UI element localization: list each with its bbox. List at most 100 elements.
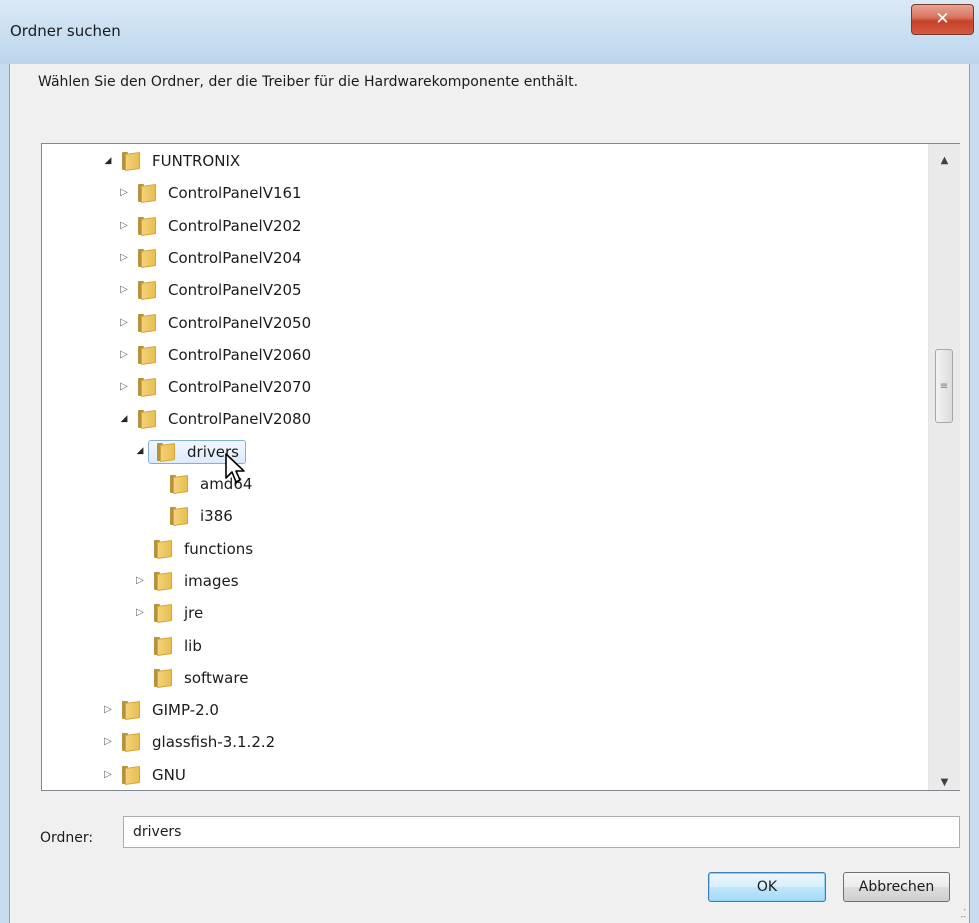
tree-item-label: lib: [184, 636, 202, 655]
tree-item[interactable]: ▷ glassfish-3.1.2.2: [102, 728, 279, 756]
tree-item-label: ControlPanelV161: [168, 184, 302, 203]
tree-item-label: GIMP-2.0: [152, 701, 219, 720]
tree-item-content[interactable]: lib: [146, 635, 206, 657]
tree-item-content[interactable]: ControlPanelV202: [130, 215, 306, 237]
tree-item[interactable]: ▷ ControlPanelV202: [118, 212, 306, 240]
tree-item-content[interactable]: ControlPanelV161: [130, 182, 306, 204]
folder-icon: [136, 409, 158, 430]
window-title: Ordner suchen: [10, 22, 121, 40]
triangle-right-icon[interactable]: ▷: [118, 349, 130, 361]
triangle-right-icon[interactable]: ▷: [118, 317, 130, 329]
triangle-right-icon[interactable]: ▷: [118, 252, 130, 264]
tree-item[interactable]: functions: [134, 535, 257, 563]
tree-item-content[interactable]: ControlPanelV2050: [130, 312, 315, 334]
tree-item-label: ControlPanelV2050: [168, 313, 312, 332]
title-bar[interactable]: Ordner suchen ✕: [0, 0, 979, 64]
tree-item[interactable]: ▷ GIMP-2.0: [102, 696, 223, 724]
tree-item-content[interactable]: software: [146, 667, 252, 689]
tree-item-content[interactable]: ControlPanelV204: [130, 247, 306, 269]
tree-item[interactable]: ▷ ControlPanelV204: [118, 244, 306, 272]
tree-item-content[interactable]: GNU: [114, 764, 190, 786]
triangle-down-icon[interactable]: ◢: [118, 413, 130, 425]
triangle-right-icon[interactable]: ▷: [102, 704, 114, 716]
folder-icon: [136, 345, 158, 365]
triangle-down-icon[interactable]: ◢: [102, 155, 114, 167]
tree-item[interactable]: i386: [150, 502, 237, 530]
tree-item[interactable]: ◢ ControlPanelV2080: [118, 405, 315, 433]
tree-item[interactable]: ▷ jre: [134, 599, 207, 627]
folder-icon: [152, 668, 174, 688]
folder-icon: [136, 313, 158, 333]
tree-item[interactable]: ▷ ControlPanelV2070: [118, 373, 315, 401]
tree-item-label: software: [184, 668, 249, 687]
folder-icon: [136, 183, 158, 204]
folder-icon: [120, 151, 142, 172]
tree-scrollbar[interactable]: ▲ ≡ ▼: [928, 144, 960, 790]
triangle-right-icon[interactable]: ▷: [118, 220, 130, 232]
triangle-down-icon[interactable]: ◢: [134, 446, 146, 458]
ok-button[interactable]: OK: [708, 872, 826, 902]
tree-item-label: functions: [184, 539, 254, 558]
close-icon: ✕: [935, 9, 950, 29]
tree-item-label: ControlPanelV2070: [168, 378, 312, 397]
folder-field-label: Ordner:: [40, 830, 94, 846]
triangle-right-icon[interactable]: ▷: [102, 736, 114, 748]
tree-item[interactable]: ▷ ControlPanelV2060: [118, 341, 315, 369]
scroll-down-icon[interactable]: ▼: [929, 772, 960, 792]
triangle-right-icon[interactable]: ▷: [118, 284, 130, 296]
tree-item-label: images: [184, 571, 239, 590]
folder-icon: [168, 474, 190, 495]
triangle-right-icon[interactable]: ▷: [134, 607, 146, 619]
tree-item-label: i386: [200, 507, 233, 526]
folder-icon: [136, 377, 158, 398]
tree-item-label: ControlPanelV204: [168, 248, 302, 267]
cancel-button[interactable]: Abbrechen: [843, 872, 950, 902]
expander-placeholder: [150, 478, 162, 490]
triangle-right-icon[interactable]: ▷: [102, 769, 114, 781]
mouse-cursor-icon: [225, 453, 245, 483]
tree-item-content[interactable]: ControlPanelV2080: [130, 408, 315, 430]
folder-icon: [155, 442, 177, 462]
folder-icon: [152, 603, 174, 624]
scroll-thumb[interactable]: ≡: [935, 349, 953, 423]
tree-item-content[interactable]: FUNTRONIX: [114, 150, 244, 172]
folder-icon: [120, 700, 142, 721]
tree-item-label: ControlPanelV2060: [168, 345, 312, 364]
folder-icon: [136, 280, 158, 301]
tree-item-content[interactable]: ControlPanelV2070: [130, 376, 315, 398]
tree-item[interactable]: ▷ ControlPanelV205: [118, 276, 306, 304]
folder-input[interactable]: [123, 816, 960, 848]
resize-grip-icon[interactable]: ⠠ ⠤: [960, 905, 974, 921]
tree-item-content[interactable]: images: [146, 570, 243, 592]
folder-icon: [152, 636, 174, 656]
tree-item-content[interactable]: glassfish-3.1.2.2: [114, 731, 279, 753]
tree-item[interactable]: ◢ FUNTRONIX: [102, 147, 244, 175]
tree-item[interactable]: software: [134, 664, 252, 692]
close-button[interactable]: ✕: [911, 4, 974, 35]
scroll-up-icon[interactable]: ▲: [929, 150, 960, 170]
dialog-window: Ordner suchen ✕ Wählen Sie den Ordner, d…: [0, 0, 979, 923]
tree-item-content[interactable]: functions: [146, 538, 257, 560]
tree-item[interactable]: ▷ images: [134, 567, 243, 595]
tree-item-label: ControlPanelV2080: [168, 410, 312, 429]
tree-item[interactable]: ▷ ControlPanelV161: [118, 179, 306, 207]
expander-placeholder: [150, 510, 162, 522]
folder-icon: [120, 765, 142, 785]
tree-item-content[interactable]: ControlPanelV205: [130, 279, 306, 301]
triangle-right-icon[interactable]: ▷: [118, 187, 130, 199]
triangle-right-icon[interactable]: ▷: [134, 575, 146, 587]
tree-item-content[interactable]: i386: [162, 505, 237, 527]
tree-item[interactable]: ▷ GNU: [102, 761, 190, 789]
folder-icon: [168, 506, 190, 527]
tree-item-label: jre: [184, 604, 204, 623]
tree-item-content[interactable]: GIMP-2.0: [114, 699, 223, 721]
tree-item[interactable]: lib: [134, 632, 206, 660]
tree-item-content[interactable]: jre: [146, 602, 207, 624]
expander-placeholder: [134, 672, 146, 684]
tree-item-label: FUNTRONIX: [152, 152, 241, 170]
folder-icon: [136, 248, 158, 268]
tree-item[interactable]: ▷ ControlPanelV2050: [118, 309, 315, 337]
tree-item-content[interactable]: ControlPanelV2060: [130, 344, 315, 366]
folder-tree[interactable]: ◢ FUNTRONIX ▷ ControlPanelV161 ▷ ControlPanel…: [41, 143, 960, 791]
triangle-right-icon[interactable]: ▷: [118, 381, 130, 393]
